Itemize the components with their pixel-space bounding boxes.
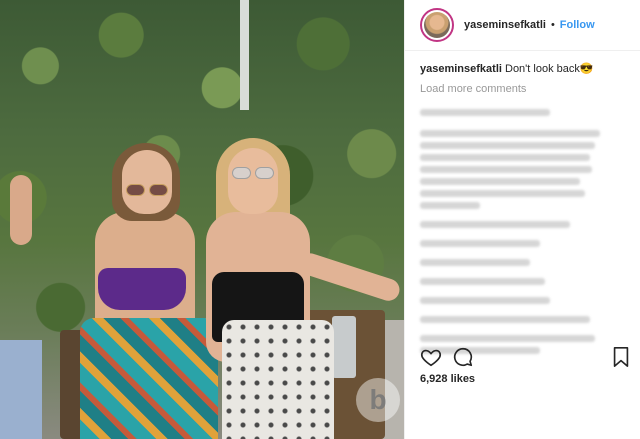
towel <box>0 340 42 439</box>
bookmark-icon[interactable] <box>610 346 632 368</box>
post-header: yaseminsefkatli • Follow <box>405 0 640 51</box>
comments-section: yaseminsefkatli Don't look back😎 Load mo… <box>405 51 640 381</box>
action-bar <box>420 346 630 370</box>
post-sidebar: yaseminsefkatli • Follow yaseminsefkatli… <box>404 0 640 439</box>
header-username[interactable]: yaseminsefkatli <box>464 19 546 31</box>
load-more-comments-button[interactable]: Load more comments <box>420 83 640 95</box>
caption-text: Don't look back😎 <box>505 63 594 75</box>
teal-sarong <box>80 318 218 439</box>
post-photo[interactable]: b <box>0 0 404 439</box>
white-sarong <box>222 320 334 439</box>
caption: yaseminsefkatli Don't look back😎 <box>420 61 640 77</box>
umbrella-pole <box>240 0 249 110</box>
left-person-sunglasses <box>126 183 170 196</box>
avatar[interactable] <box>420 8 454 42</box>
purple-bikini <box>98 268 186 310</box>
blurred-comments <box>420 109 640 354</box>
likes-count[interactable]: 6,928 likes <box>420 373 475 385</box>
right-person-sunglasses <box>232 166 276 179</box>
heart-icon[interactable] <box>420 346 442 368</box>
watermark-logo: b <box>356 378 400 422</box>
header-separator: • <box>550 19 555 31</box>
follow-button[interactable]: Follow <box>560 19 595 31</box>
comment-icon[interactable] <box>452 346 474 368</box>
left-person-arm <box>10 175 32 245</box>
left-person-face <box>122 150 172 214</box>
caption-username[interactable]: yaseminsefkatli <box>420 63 502 75</box>
metal-barrel <box>332 316 356 378</box>
